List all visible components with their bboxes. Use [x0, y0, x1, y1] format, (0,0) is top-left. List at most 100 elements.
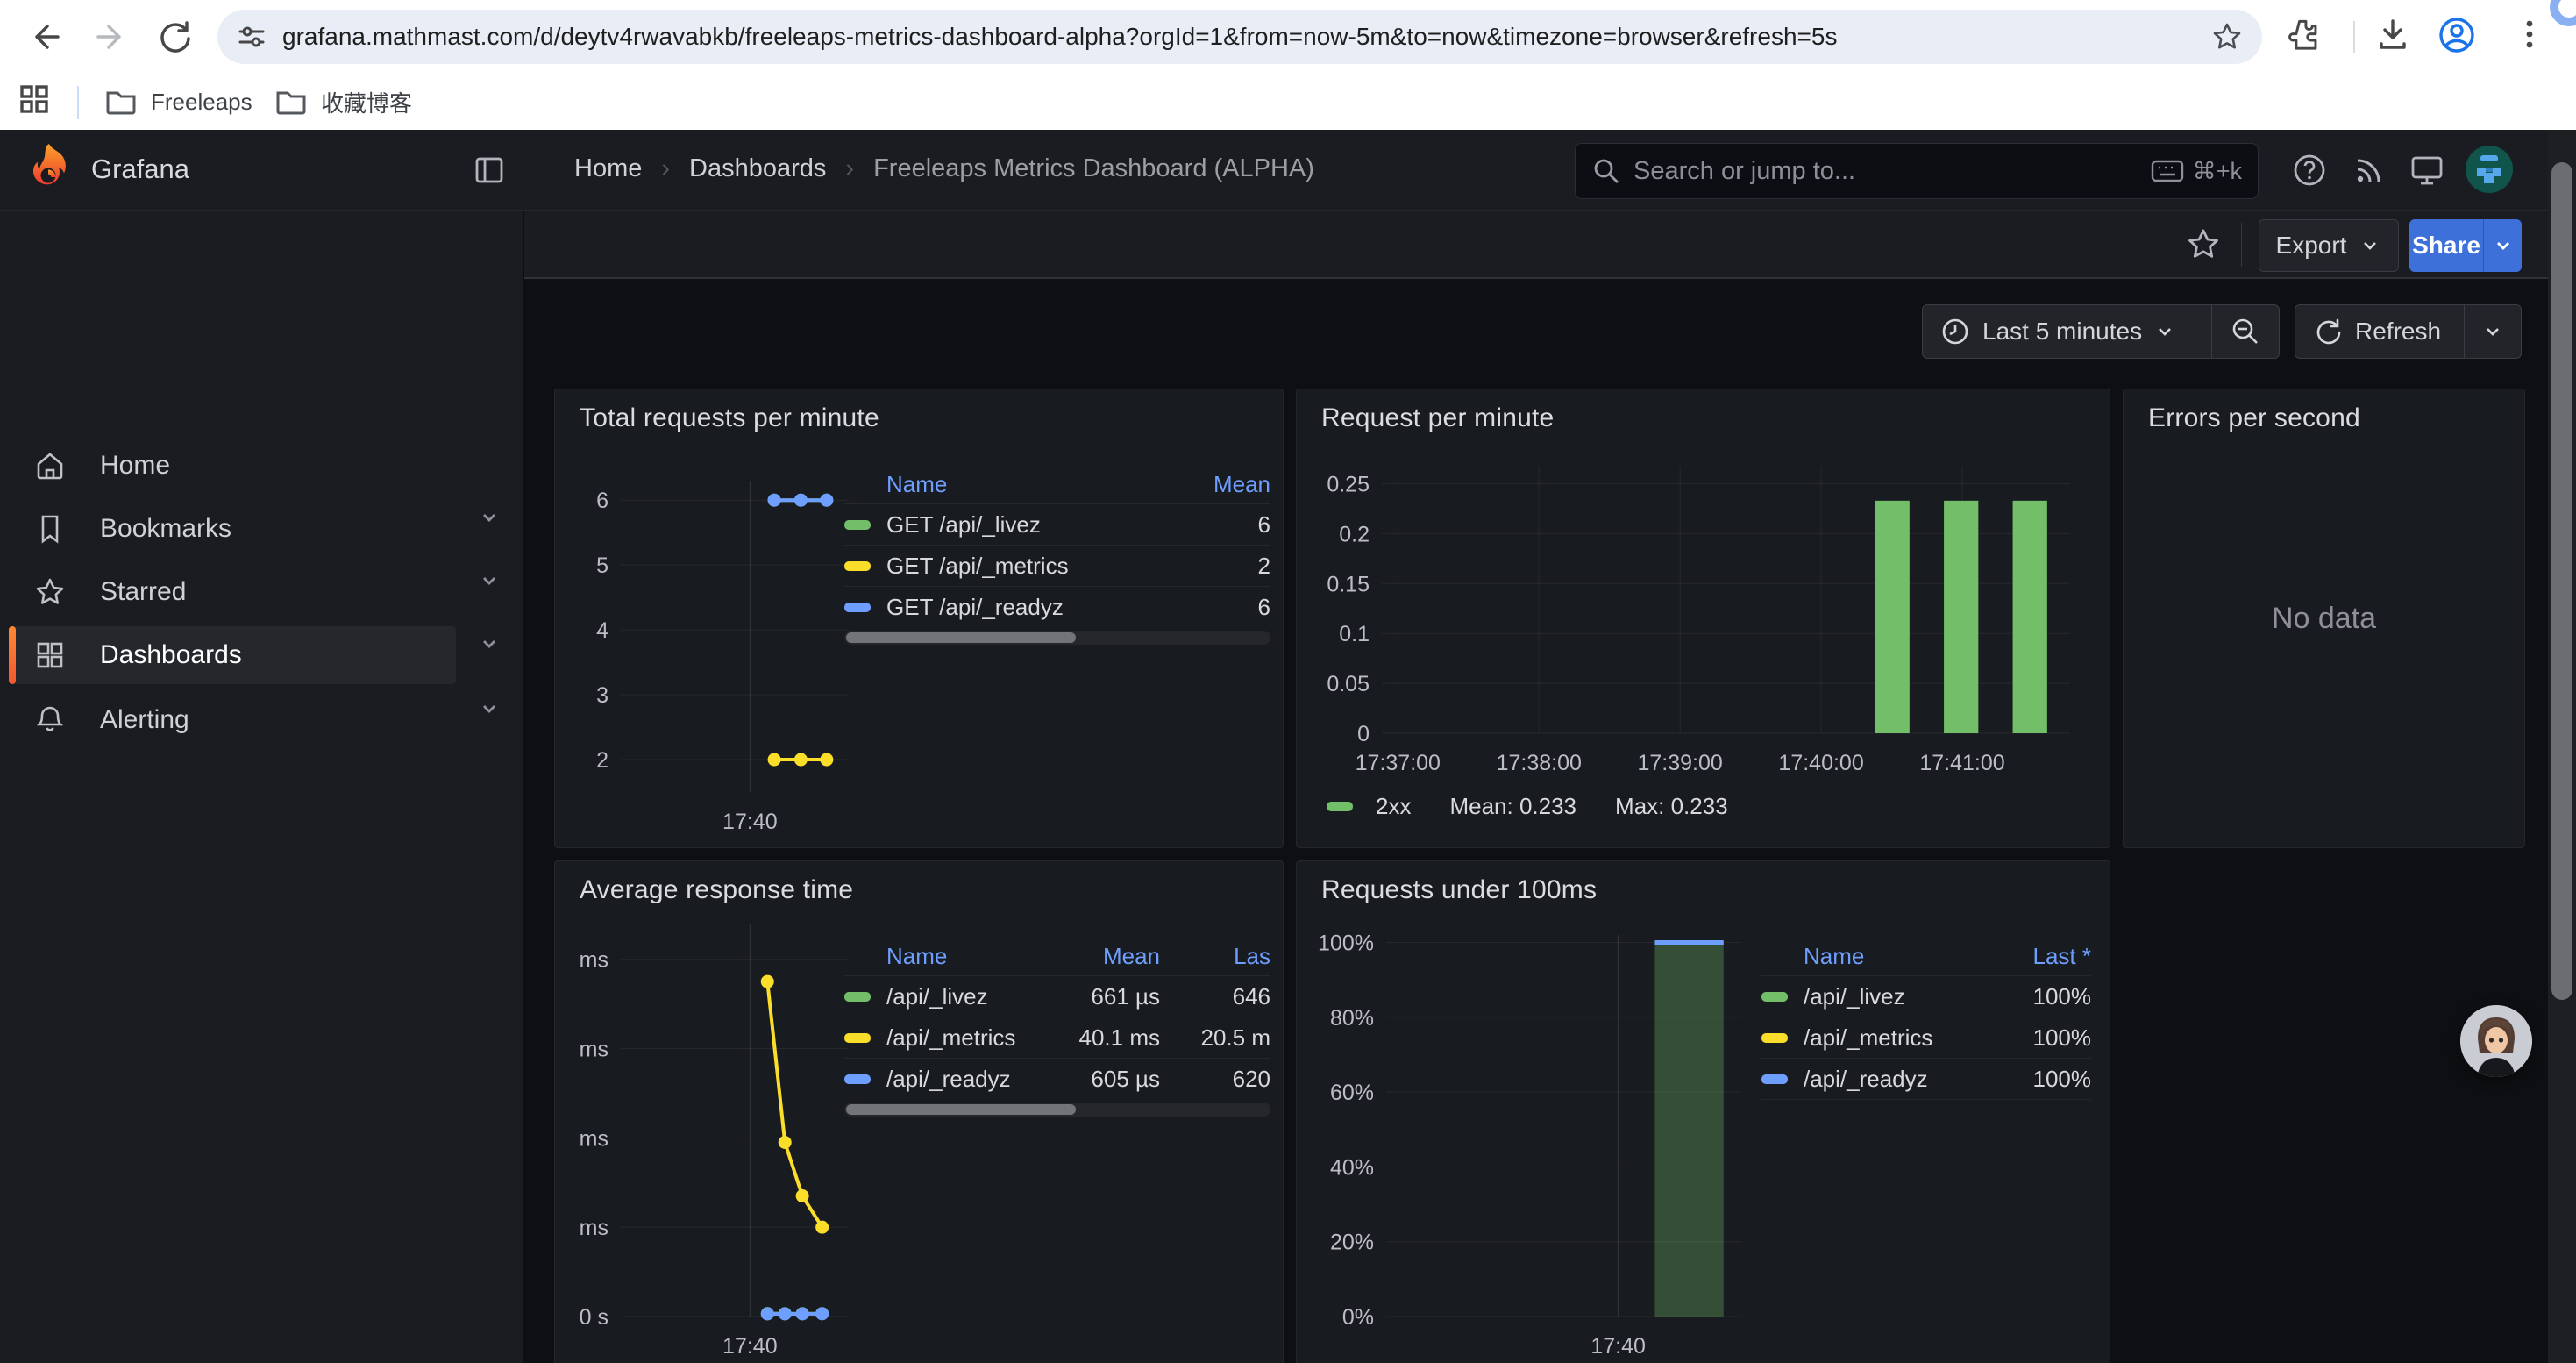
help-icon[interactable] — [2290, 151, 2329, 189]
legend-row[interactable]: /api/_metrics 100% — [1761, 1017, 2091, 1058]
svg-text:80 ms: 80 ms — [573, 948, 608, 973]
browser-menu-icon[interactable] — [2509, 14, 2551, 56]
share-menu-button[interactable] — [2483, 219, 2522, 272]
search-box[interactable]: ⌘+k — [1575, 143, 2259, 199]
svg-text:6: 6 — [596, 489, 608, 513]
browser-back-button[interactable] — [25, 16, 67, 58]
legend-row[interactable]: /api/_livez 661 µs 646 — [844, 975, 1270, 1017]
export-button[interactable]: Export — [2259, 219, 2399, 272]
sidebar-item-bookmarks[interactable]: Bookmarks — [9, 500, 456, 558]
browser-reload-button[interactable] — [154, 16, 196, 58]
browser-toolbar: Freeleaps 收藏博客 — [0, 0, 2576, 130]
svg-text:40 ms: 40 ms — [573, 1126, 608, 1151]
browser-profile-icon[interactable] — [2436, 14, 2478, 56]
chevron-down-icon — [2359, 234, 2381, 257]
panel-title[interactable]: Average response time — [580, 875, 853, 905]
svg-text:0.05: 0.05 — [1327, 672, 1370, 696]
bookmark-folder-freeleaps[interactable]: Freeleaps — [103, 81, 253, 123]
star-icon — [33, 575, 67, 609]
grafana-header: Grafana Home › Dashboards › Freeleaps Me… — [0, 130, 2576, 211]
browser-forward-button[interactable] — [89, 16, 132, 58]
svg-text:17:40: 17:40 — [1590, 1334, 1646, 1359]
legend-table: Name Mean Las /api/_livez 661 µs 646 /ap… — [844, 937, 1270, 1117]
legend-row[interactable]: GET /api/_livez 6 — [844, 503, 1270, 545]
user-avatar[interactable] — [2466, 146, 2513, 193]
svg-text:17:40: 17:40 — [722, 810, 778, 834]
svg-text:60 ms: 60 ms — [573, 1038, 608, 1062]
address-bar[interactable] — [217, 10, 2262, 64]
legend-header: Name Mean Las — [844, 937, 1270, 975]
sidebar-item-starred[interactable]: Starred — [9, 563, 456, 621]
panel-title[interactable]: Requests under 100ms — [1321, 875, 1597, 905]
zoom-out-button[interactable] — [2211, 305, 2279, 358]
panel-total-requests: Total requests per minute 6543217:40 Nam… — [554, 389, 1284, 848]
grafana-logo-icon[interactable] — [21, 141, 77, 197]
search-input[interactable] — [1633, 157, 2151, 186]
panel-average-response-time: Average response time 80 ms60 ms40 ms20 … — [554, 860, 1284, 1363]
time-range-group: Last 5 minutes — [1922, 304, 2280, 359]
breadcrumb-home[interactable]: Home — [574, 154, 642, 183]
scrollbar-thumb[interactable] — [846, 1104, 1076, 1115]
breadcrumb-dashboards[interactable]: Dashboards — [689, 154, 826, 183]
line-chart[interactable]: 80 ms60 ms40 ms20 ms0 s17:40 — [573, 913, 862, 1360]
url-input[interactable] — [282, 23, 2211, 51]
sidebar-item-label: Bookmarks — [100, 514, 231, 544]
panel-request-per-minute: Request per minute 0.250.20.150.10.05017… — [1296, 389, 2110, 848]
bell-icon — [33, 703, 67, 737]
home-icon — [33, 449, 67, 482]
legend-row[interactable]: /api/_livez 100% — [1761, 975, 2091, 1017]
scrollbar-thumb[interactable] — [2551, 162, 2572, 1000]
brand-name[interactable]: Grafana — [91, 153, 189, 185]
bookmark-star-icon[interactable] — [2211, 21, 2243, 53]
page-scrollbar[interactable] — [2548, 130, 2576, 1363]
breadcrumb-current: Freeleaps Metrics Dashboard (ALPHA) — [873, 154, 1314, 183]
chevron-down-icon[interactable] — [473, 693, 505, 724]
legend-scrollbar[interactable] — [844, 631, 1270, 645]
sidebar-item-dashboards[interactable]: Dashboards — [9, 626, 456, 684]
time-range-picker[interactable]: Last 5 minutes — [1923, 305, 2211, 358]
svg-text:17:40: 17:40 — [722, 1334, 778, 1359]
chevron-down-icon[interactable] — [473, 502, 505, 533]
legend-row[interactable]: GET /api/_readyz 6 — [844, 586, 1270, 627]
floating-assistant-avatar[interactable] — [2460, 1005, 2532, 1077]
panel-title[interactable]: Total requests per minute — [580, 403, 879, 433]
legend-row[interactable]: /api/_metrics 40.1 ms 20.5 m — [844, 1017, 1270, 1058]
legend-inline: 2xx Mean: 0.233 Max: 0.233 — [1327, 793, 1728, 820]
legend-row[interactable]: GET /api/_metrics 2 — [844, 545, 1270, 586]
chevron-down-icon — [2482, 321, 2503, 342]
favorite-star-icon[interactable] — [2185, 226, 2222, 263]
site-settings-icon[interactable] — [237, 22, 267, 52]
legend-row[interactable]: /api/_readyz 100% — [1761, 1058, 2091, 1099]
series-color-swatch — [1761, 992, 1788, 1002]
bar-chart[interactable]: 100%80%60%40%20%0%17:40 — [1312, 926, 1768, 1363]
refresh-button[interactable]: Refresh — [2295, 305, 2464, 358]
extensions-icon[interactable] — [2283, 14, 2325, 56]
monitor-icon[interactable] — [2408, 151, 2446, 189]
legend-row[interactable]: /api/_readyz 605 µs 620 — [844, 1058, 1270, 1099]
share-button[interactable]: Share — [2409, 219, 2483, 272]
sidebar-toggle-icon[interactable] — [472, 153, 507, 188]
refresh-interval-button[interactable] — [2464, 305, 2521, 358]
breadcrumb-separator: › — [661, 154, 670, 183]
apps-grid-icon[interactable] — [16, 81, 58, 123]
panel-title[interactable]: Request per minute — [1321, 403, 1554, 433]
downloads-icon[interactable] — [2373, 14, 2415, 56]
share-split-button[interactable]: Share — [2409, 219, 2522, 272]
sidebar-item-home[interactable]: Home — [9, 437, 456, 495]
line-chart[interactable]: 6543217:40 — [573, 470, 862, 834]
bar-chart[interactable]: 0.250.20.150.10.05017:37:0017:38:0017:39… — [1312, 453, 2092, 777]
news-rss-icon[interactable] — [2350, 151, 2388, 189]
scrollbar-thumb[interactable] — [846, 632, 1076, 643]
series-color-swatch — [844, 603, 871, 612]
series-name[interactable]: 2xx — [1376, 793, 1411, 820]
bookmark-folder-blogs[interactable]: 收藏博客 — [274, 81, 412, 123]
legend-scrollbar[interactable] — [844, 1103, 1270, 1117]
window-corner-decoration — [2550, 0, 2576, 26]
svg-text:5: 5 — [596, 553, 608, 578]
clock-icon — [1940, 317, 1970, 346]
chevron-down-icon[interactable] — [473, 565, 505, 596]
sidebar-item-alerting[interactable]: Alerting — [9, 691, 456, 749]
chevron-down-icon — [2154, 321, 2175, 342]
chevron-down-icon — [2492, 234, 2515, 257]
chevron-down-icon[interactable] — [473, 628, 505, 660]
